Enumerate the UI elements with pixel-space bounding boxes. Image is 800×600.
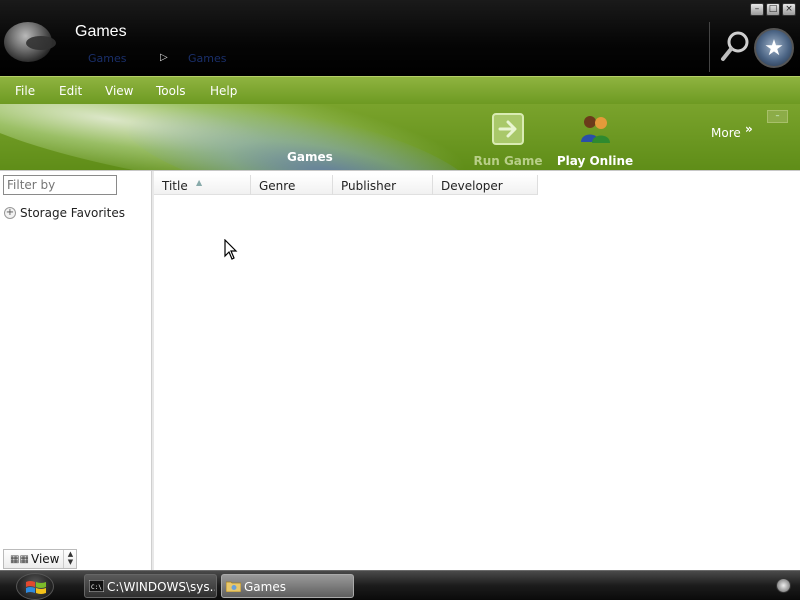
minimize-button[interactable]: – xyxy=(750,3,764,16)
play-online-button[interactable]: Play Online xyxy=(555,108,635,170)
play-online-label: Play Online xyxy=(556,154,634,168)
close-button[interactable]: × xyxy=(782,3,796,16)
storage-favorites-label: Storage Favorites xyxy=(20,206,125,220)
view-spin-icon[interactable]: ▲ ▼ xyxy=(63,550,77,568)
users-icon xyxy=(578,112,612,146)
taskbar-item-games[interactable]: Games xyxy=(221,574,354,598)
taskbar-item-label: C:\WINDOWS\sys... xyxy=(107,580,215,594)
banner-title: Games xyxy=(287,150,333,164)
view-grid-icon: ▦▦ xyxy=(10,554,29,565)
content-area: + Storage Favorites ▦▦ View ▲▼ Title ▲ G… xyxy=(0,170,800,571)
search-icon[interactable] xyxy=(720,30,750,64)
breadcrumb-arrow-icon[interactable]: ▷ xyxy=(160,52,168,63)
breadcrumb-item[interactable]: Games xyxy=(188,52,226,65)
toolbar-banner: Games Run Game Play Online More » – xyxy=(0,104,800,170)
run-game-button[interactable]: Run Game xyxy=(468,108,548,170)
column-publisher[interactable]: Publisher xyxy=(333,175,433,195)
taskbar-item-label: Games xyxy=(244,580,286,594)
start-button[interactable] xyxy=(16,573,54,600)
more-button[interactable]: More xyxy=(711,126,741,140)
column-genre[interactable]: Genre xyxy=(251,175,333,195)
filter-input[interactable] xyxy=(3,175,117,195)
expand-plus-icon[interactable]: + xyxy=(4,207,16,219)
title-separator xyxy=(709,22,710,72)
menu-file[interactable]: File xyxy=(15,84,35,98)
svg-text:C:\: C:\ xyxy=(91,584,102,591)
run-game-label: Run Game xyxy=(473,154,543,168)
app-orb-icon xyxy=(4,22,56,62)
parental-controls-star-icon[interactable]: ★ xyxy=(754,28,794,68)
games-list: Title ▲ Genre Publisher Developer xyxy=(154,171,800,571)
menu-help[interactable]: Help xyxy=(210,84,237,98)
view-button[interactable]: ▦▦ View ▲ ▼ xyxy=(3,549,77,569)
taskbar-item-cmd[interactable]: C:\ C:\WINDOWS\sys... xyxy=(84,574,217,598)
menu-tools[interactable]: Tools xyxy=(156,84,186,98)
menu-bar: File Edit View Tools Help xyxy=(0,76,800,104)
window-title: Games xyxy=(75,23,127,40)
breadcrumb-item[interactable]: Games xyxy=(88,52,126,65)
sidebar: + Storage Favorites ▦▦ View ▲▼ xyxy=(0,171,152,571)
run-arrow-icon xyxy=(491,112,525,146)
column-title-label: Title xyxy=(162,179,188,193)
games-folder-icon xyxy=(226,581,241,592)
mouse-cursor-icon xyxy=(224,238,238,264)
double-chevron-right-icon[interactable]: » xyxy=(745,122,753,136)
show-desktop-icon[interactable] xyxy=(776,578,791,593)
title-bar: Games Games ▷ Games – □ × ★ xyxy=(0,0,800,76)
sort-ascending-icon: ▲ xyxy=(196,178,203,187)
menu-view[interactable]: View xyxy=(105,84,133,98)
taskbar: C:\ C:\WINDOWS\sys... Games xyxy=(0,570,800,600)
view-label: View xyxy=(31,552,60,566)
maximize-button[interactable]: □ xyxy=(766,3,780,16)
column-developer[interactable]: Developer xyxy=(433,175,538,195)
breadcrumb: Games ▷ Games xyxy=(88,52,238,66)
windows-logo-icon xyxy=(26,581,46,594)
column-title[interactable]: Title ▲ xyxy=(154,175,251,195)
menu-edit[interactable]: Edit xyxy=(59,84,82,98)
column-header: Title ▲ Genre Publisher Developer xyxy=(154,175,538,195)
cmd-icon: C:\ xyxy=(89,580,104,592)
collapse-toolbar-button[interactable]: – xyxy=(767,110,788,123)
